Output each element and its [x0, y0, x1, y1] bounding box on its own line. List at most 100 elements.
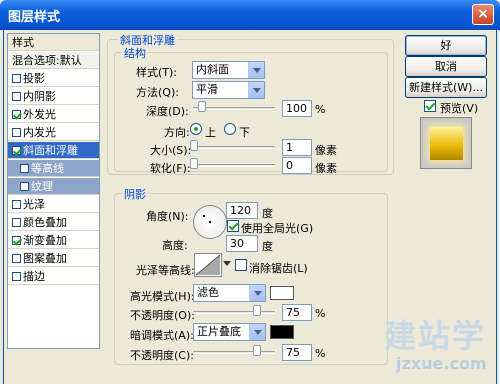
satin-checkbox[interactable]: [12, 200, 21, 209]
soften-slider-track[interactable]: [193, 164, 275, 167]
structure-legend: 结构: [122, 45, 148, 61]
style-item-outer-glow[interactable]: 外发光: [8, 106, 99, 123]
style-select[interactable]: 内斜面: [192, 61, 265, 79]
pattern-overlay-checkbox[interactable]: [12, 254, 21, 263]
ok-button[interactable]: 好: [405, 35, 487, 56]
shadow-opacity-thumb[interactable]: [253, 345, 261, 356]
style-item-label: 内阴影: [23, 90, 56, 103]
angle-hand: [203, 215, 205, 217]
cancel-button[interactable]: 取消: [405, 56, 487, 77]
contour-checkbox[interactable]: [20, 164, 29, 173]
new-style-button[interactable]: 新建样式(W)...: [405, 77, 487, 98]
stroke-checkbox[interactable]: [12, 272, 21, 281]
preview-swatch: [430, 127, 463, 160]
preview-checkbox[interactable]: [424, 100, 436, 112]
shadow-opacity-label: 不透明度(C):: [130, 349, 194, 362]
style-item-label: 外发光: [23, 108, 56, 121]
angle-label: 角度(N):: [146, 210, 189, 223]
highlight-opacity-input[interactable]: 75: [282, 304, 312, 321]
size-slider-thumb[interactable]: [190, 140, 198, 151]
technique-select[interactable]: 平滑: [192, 81, 265, 99]
shading-legend: 阴影: [122, 186, 148, 202]
highlight-mode-label: 高光模式(H):: [130, 290, 195, 303]
style-value: 内斜面: [196, 63, 229, 76]
angle-dial[interactable]: [193, 205, 227, 239]
angle-center: [209, 221, 211, 223]
chevron-down-icon[interactable]: [223, 261, 231, 270]
blend-options-item[interactable]: 混合选项:默认: [8, 52, 99, 69]
direction-up-radio[interactable]: [190, 123, 202, 135]
style-preview: [420, 117, 472, 169]
highlight-color-swatch[interactable]: [270, 286, 294, 300]
bevel-emboss-checkbox[interactable]: [12, 146, 21, 155]
size-label: 大小(S):: [150, 144, 192, 157]
drop-shadow-checkbox[interactable]: [12, 74, 21, 83]
inner-glow-checkbox[interactable]: [12, 128, 21, 137]
close-button[interactable]: ×: [472, 4, 494, 25]
direction-down-radio[interactable]: [224, 123, 236, 135]
chevron-down-icon: [248, 82, 264, 98]
style-item-bevel-emboss[interactable]: 斜面和浮雕: [8, 142, 99, 159]
gloss-contour-picker[interactable]: [194, 253, 222, 277]
gradient-overlay-checkbox[interactable]: [12, 236, 21, 245]
depth-input[interactable]: 100: [282, 100, 312, 117]
color-overlay-checkbox[interactable]: [12, 218, 21, 227]
angle-input[interactable]: 120: [226, 202, 258, 219]
shadow-mode-value: 正片叠底: [197, 325, 241, 338]
title-bar: 图层样式 ×: [0, 0, 500, 30]
depth-unit: %: [315, 103, 326, 116]
angle-unit: 度: [262, 207, 273, 220]
highlight-mode-select[interactable]: 滤色: [193, 284, 266, 302]
style-item-stroke[interactable]: 描边: [8, 268, 99, 285]
global-light-checkbox[interactable]: [227, 220, 239, 232]
size-unit: 像素: [315, 144, 337, 157]
shadow-mode-select[interactable]: 正片叠底: [193, 323, 266, 341]
shadow-color-swatch[interactable]: [270, 325, 294, 339]
style-item-label: 投影: [23, 72, 45, 85]
style-item-label: 描边: [23, 270, 45, 283]
technique-label: 方法(Q):: [136, 86, 179, 99]
direction-up-label: 上: [205, 126, 216, 139]
global-light-label: 使用全局光(G): [241, 222, 314, 235]
style-item-pattern-overlay[interactable]: 图案叠加: [8, 250, 99, 267]
altitude-input[interactable]: 30: [226, 235, 258, 252]
soften-unit: 像素: [315, 162, 337, 175]
style-item-label: 内发光: [23, 126, 56, 139]
altitude-unit: 度: [262, 240, 273, 253]
shadow-opacity-unit: %: [315, 347, 326, 360]
contour-curve-icon: [195, 254, 221, 276]
shadow-opacity-track[interactable]: [193, 351, 275, 354]
shadow-mode-label: 暗调模式(A):: [130, 329, 194, 342]
technique-value: 平滑: [196, 83, 218, 96]
soften-input[interactable]: 0: [282, 157, 312, 174]
soften-slider-thumb[interactable]: [190, 158, 198, 169]
style-item-texture[interactable]: 纹理: [8, 178, 99, 195]
anti-alias-checkbox[interactable]: [235, 259, 247, 271]
outer-glow-checkbox[interactable]: [12, 110, 21, 119]
chevron-down-icon: [249, 285, 265, 301]
style-item-drop-shadow[interactable]: 投影: [8, 70, 99, 87]
inner-shadow-checkbox[interactable]: [12, 92, 21, 101]
style-item-label: 图案叠加: [23, 252, 67, 265]
style-item-label: 颜色叠加: [23, 216, 67, 229]
highlight-opacity-track[interactable]: [193, 311, 275, 314]
style-item-inner-glow[interactable]: 内发光: [8, 124, 99, 141]
style-item-contour[interactable]: 等高线: [8, 160, 99, 177]
texture-checkbox[interactable]: [20, 182, 29, 191]
depth-slider-thumb[interactable]: [198, 101, 206, 112]
depth-label: 深度(D):: [146, 105, 189, 118]
highlight-mode-value: 滤色: [197, 286, 219, 299]
style-item-gradient-overlay[interactable]: 渐变叠加: [8, 232, 99, 249]
style-item-color-overlay[interactable]: 颜色叠加: [8, 214, 99, 231]
size-input[interactable]: 1: [282, 139, 312, 156]
style-item-label: 光泽: [23, 198, 45, 211]
direction-label: 方向:: [164, 126, 190, 139]
window-title: 图层样式: [8, 10, 61, 25]
styles-list: 样式 混合选项:默认 投影 内阴影 外发光 内发光 斜面和浮雕 等高线 纹理 光…: [7, 33, 100, 349]
highlight-opacity-thumb[interactable]: [253, 305, 261, 316]
style-item-satin[interactable]: 光泽: [8, 196, 99, 213]
size-slider-track[interactable]: [193, 146, 275, 149]
style-item-inner-shadow[interactable]: 内阴影: [8, 88, 99, 105]
shadow-opacity-input[interactable]: 75: [282, 344, 312, 361]
style-item-label: 纹理: [31, 180, 53, 193]
